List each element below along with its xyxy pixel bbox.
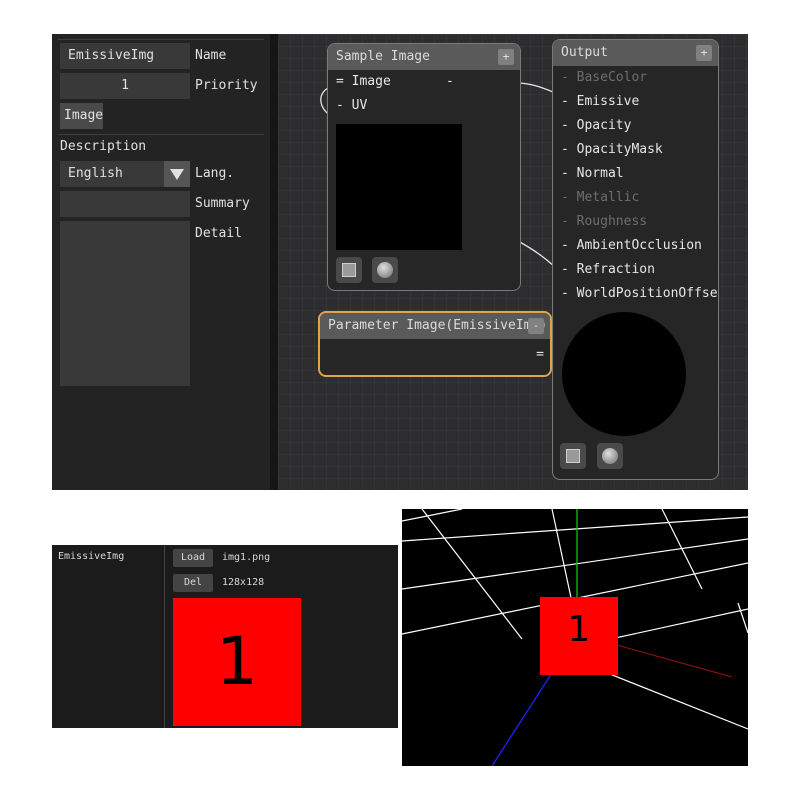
square-icon xyxy=(566,449,580,463)
output-pin-metallic[interactable]: - Metallic xyxy=(553,186,718,210)
output-title-text: Output xyxy=(561,45,608,60)
parameter-image-output-pin[interactable]: = xyxy=(536,343,544,367)
output-pin-worldpositionoffset[interactable]: - WorldPositionOffset xyxy=(553,282,718,306)
sample-image-node-title[interactable]: Sample Image + xyxy=(328,44,520,70)
language-label: Lang. xyxy=(195,166,235,181)
image-param-name: EmissiveImg xyxy=(58,551,125,562)
load-button[interactable]: Load xyxy=(173,549,213,567)
sample-image-title-text: Sample Image xyxy=(336,49,430,64)
material-editor-window: EmissiveImg Name 1 Priority Image Descri… xyxy=(52,34,748,490)
image-file-size: 128x128 xyxy=(222,577,265,588)
output-sphere-preview xyxy=(562,312,686,436)
output-pin-opacity[interactable]: - Opacity xyxy=(553,114,718,138)
sample-image-pin-uv[interactable]: - UV xyxy=(328,94,520,118)
output-preview-sphere-button[interactable] xyxy=(597,443,623,469)
sample-image-node[interactable]: Sample Image + = Image - UV - xyxy=(327,43,521,291)
preview-plane-button[interactable] xyxy=(336,257,362,283)
priority-field[interactable]: 1 xyxy=(60,73,190,99)
output-pin-opacitymask[interactable]: - OpacityMask xyxy=(553,138,718,162)
output-pin-roughness[interactable]: - Roughness xyxy=(553,210,718,234)
output-pin-refraction[interactable]: - Refraction xyxy=(553,258,718,282)
panel-splitter[interactable] xyxy=(270,34,278,490)
sample-image-pin-image[interactable]: = Image xyxy=(328,70,520,94)
output-pin-ambientocclusion[interactable]: - AmbientOcclusion xyxy=(553,234,718,258)
preview-sphere-button[interactable] xyxy=(372,257,398,283)
description-label: Description xyxy=(60,139,147,154)
output-add-button[interactable]: + xyxy=(696,45,712,61)
image-panel-divider xyxy=(164,545,165,728)
name-field[interactable]: EmissiveImg xyxy=(60,43,190,69)
delete-button[interactable]: Del xyxy=(173,574,213,592)
sphere-icon xyxy=(377,262,393,278)
parameter-image-title-text: Parameter Image(EmissiveImg) xyxy=(328,318,548,333)
sample-image-add-button[interactable]: + xyxy=(498,49,514,65)
image-file-name: img1.png xyxy=(222,552,271,563)
sample-image-preview xyxy=(336,124,462,250)
square-icon xyxy=(342,263,356,277)
summary-label: Summary xyxy=(195,196,250,211)
output-pin-normal[interactable]: - Normal xyxy=(553,162,718,186)
priority-label: Priority xyxy=(195,78,258,93)
parameter-panel: EmissiveImg Name 1 Priority Image Descri… xyxy=(52,34,270,490)
output-preview-plane-button[interactable] xyxy=(560,443,586,469)
sphere-icon xyxy=(602,448,618,464)
output-pin-emissive[interactable]: - Emissive xyxy=(553,90,718,114)
name-label: Name xyxy=(195,48,227,63)
summary-field[interactable] xyxy=(60,191,190,217)
language-select[interactable]: English xyxy=(60,161,164,187)
parameter-image-collapse-button[interactable]: - xyxy=(528,318,544,334)
parameter-image-node[interactable]: Parameter Image(EmissiveImg) - = xyxy=(318,311,552,377)
type-tag[interactable]: Image xyxy=(60,103,103,129)
top-separator xyxy=(58,39,264,40)
output-pin-basecolor[interactable]: - BaseColor xyxy=(553,66,718,90)
sample-image-output-pin[interactable]: - xyxy=(446,70,454,94)
language-dropdown-button[interactable] xyxy=(164,161,190,187)
parameter-image-node-title[interactable]: Parameter Image(EmissiveImg) - xyxy=(320,313,550,339)
texture-thumbnail: 1 xyxy=(173,598,301,726)
output-node-title[interactable]: Output + xyxy=(553,40,718,66)
image-parameter-panel: EmissiveImg Load img1.png Del 128x128 1 xyxy=(52,545,398,728)
3d-viewport[interactable]: 1 xyxy=(402,509,748,766)
node-graph-canvas[interactable]: Sample Image + = Image - UV - Parameter … xyxy=(278,34,748,490)
output-node[interactable]: Output + - BaseColor - Emissive - Opacit… xyxy=(552,39,719,480)
detail-textarea[interactable] xyxy=(60,221,190,386)
textured-quad: 1 xyxy=(540,597,618,675)
triangle-down-icon xyxy=(170,169,184,180)
detail-label: Detail xyxy=(195,226,242,241)
